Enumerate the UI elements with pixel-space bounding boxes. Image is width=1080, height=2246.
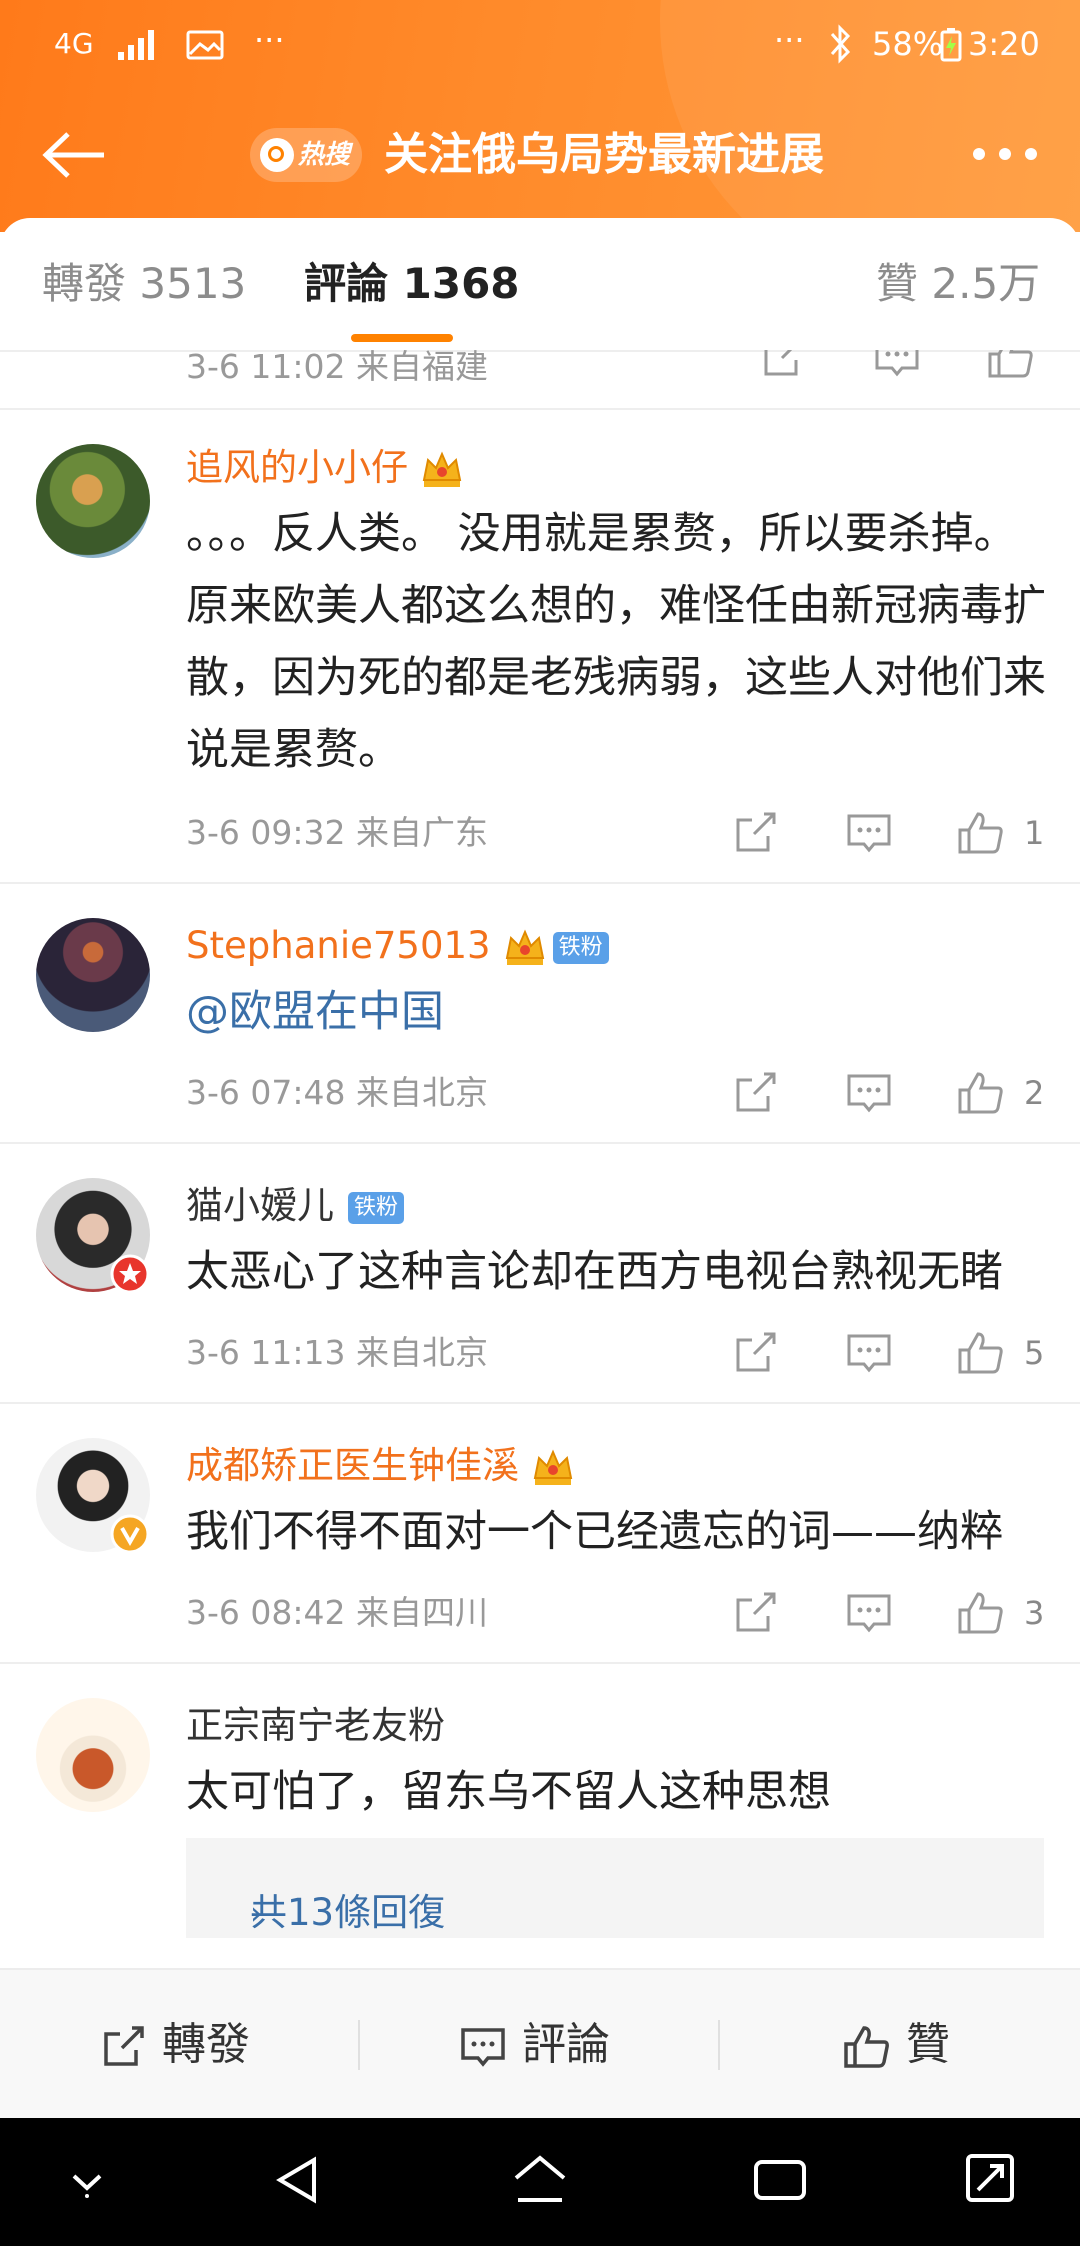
- comment-username[interactable]: 成都矫正医生钟佳溪: [186, 1440, 575, 1492]
- share-icon[interactable]: [730, 808, 780, 858]
- chevron-down-icon[interactable]: [64, 2158, 110, 2204]
- vip-crown-icon: [505, 928, 544, 965]
- comment-text: 太可怕了，留东乌不留人这种思想: [186, 1767, 831, 1817]
- like-icon[interactable]: [956, 808, 1006, 858]
- comment-text[interactable]: @欧盟在中国: [186, 976, 1046, 1048]
- tab-comments[interactable]: 評論 1368: [304, 254, 520, 314]
- tab-reposts[interactable]: 轉發 3513: [42, 254, 246, 314]
- status-bar: 4G ··· ··· 58% 3:20: [0, 21, 1080, 66]
- image-icon: [186, 30, 224, 60]
- verified-badge-icon: [110, 1514, 150, 1554]
- like-icon[interactable]: [986, 350, 1036, 382]
- comment-username[interactable]: Stephanie75013 铁粉: [186, 920, 609, 972]
- like-icon[interactable]: [956, 1068, 1006, 1118]
- comment-icon[interactable]: [844, 1328, 894, 1378]
- red-v-badge-icon: [110, 1254, 150, 1294]
- fan-badge: 铁粉: [552, 931, 609, 964]
- fan-badge: 铁粉: [348, 1191, 405, 1224]
- comment-text: 太恶心了这种言论却在西方电视台熟视无睹: [186, 1247, 1003, 1297]
- share-icon[interactable]: [730, 1588, 780, 1638]
- home-icon[interactable]: [510, 2152, 570, 2208]
- like-count: 3: [1024, 1594, 1045, 1632]
- comment-button[interactable]: 評論: [458, 2010, 610, 2080]
- system-nav-bar: [0, 2118, 1080, 2246]
- status-more: ···: [254, 21, 285, 59]
- title-bar: 热搜 关注俄乌局势最新进展: [0, 110, 1080, 200]
- comment-username[interactable]: 猫小嫒儿 铁粉: [186, 1180, 405, 1232]
- back-triangle-icon[interactable]: [270, 2152, 326, 2208]
- comment-meta: 3-6 11:02 来自福建: [186, 350, 488, 386]
- vip-crown-icon: [533, 1448, 573, 1485]
- comment-username[interactable]: 追风的小小仔: [186, 442, 464, 494]
- clock: 3:20: [968, 25, 1040, 63]
- like-icon: [844, 2026, 889, 2068]
- comment-meta: 3-6 09:32 来自广东: [186, 813, 488, 852]
- battery-percent: 58%: [872, 25, 944, 63]
- status-more-right: ···: [774, 21, 805, 59]
- share-icon[interactable]: [730, 1328, 780, 1378]
- comment-icon[interactable]: [844, 1588, 894, 1638]
- comment-text: 我们不得不面对一个已经遗忘的词——纳粹: [186, 1507, 1003, 1557]
- page-title: 关注俄乌局势最新进展: [384, 129, 824, 180]
- replies-link[interactable]: 共13條回復 ›: [186, 1838, 1044, 1938]
- bluetooth-icon: [830, 24, 851, 64]
- share-icon[interactable]: [758, 350, 808, 382]
- comment-username[interactable]: 正宗南宁老友粉: [186, 1700, 445, 1752]
- comment-meta: 3-6 07:48 来自北京: [186, 1073, 488, 1112]
- comment-meta: 3-6 08:42 来自四川: [186, 1593, 488, 1632]
- comment-icon[interactable]: [844, 1068, 894, 1118]
- signal-icon: [118, 30, 154, 60]
- expand-icon[interactable]: [962, 2150, 1018, 2206]
- repost-button[interactable]: 轉發: [98, 2010, 250, 2080]
- share-icon[interactable]: [730, 1068, 780, 1118]
- like-count: 2: [1024, 1074, 1045, 1112]
- arrow-left-icon[interactable]: [40, 130, 110, 180]
- chevron-right-icon: ›: [250, 1894, 263, 1932]
- more-dots-icon[interactable]: [970, 144, 1040, 164]
- bottom-action-bar: 轉發 評論 贊: [0, 1968, 1080, 2118]
- like-count: 1: [1024, 814, 1045, 852]
- tab-likes[interactable]: 贊 2.5万: [876, 254, 1040, 314]
- like-button[interactable]: 贊: [842, 2010, 950, 2080]
- recents-icon[interactable]: [752, 2154, 808, 2206]
- share-icon: [104, 2026, 144, 2066]
- search-icon: [260, 138, 294, 172]
- like-icon[interactable]: [956, 1588, 1006, 1638]
- comment-meta: 3-6 11:13 来自北京: [186, 1333, 488, 1372]
- comment-icon[interactable]: [844, 808, 894, 858]
- avatar[interactable]: [36, 918, 150, 1032]
- avatar[interactable]: [36, 444, 150, 558]
- avatar[interactable]: [36, 1698, 150, 1812]
- comment-icon[interactable]: [872, 350, 922, 382]
- comment-text: 。。。反人类。 没用就是累赘，所以要杀掉。 原来欧美人都这么想的，难怪任由新冠病…: [186, 509, 1046, 775]
- comment-icon: [461, 2028, 505, 2067]
- like-count: 5: [1024, 1334, 1045, 1372]
- header: 4G ··· ··· 58% 3:20 热搜 关注俄乌局势最新进展: [0, 0, 1080, 232]
- comment-list: 3-6 11:02 来自福建 追风的小小仔 。。。反人类。 没用就是累赘，所以要…: [0, 350, 1080, 1968]
- active-tab-indicator: [351, 334, 453, 342]
- like-icon[interactable]: [956, 1328, 1006, 1378]
- vip-crown-icon: [422, 450, 462, 487]
- battery-icon: [940, 28, 962, 62]
- network-type: 4G: [54, 27, 94, 60]
- tabs-bar: 轉發 3513 評論 1368 贊 2.5万: [0, 218, 1080, 350]
- hot-search-badge[interactable]: 热搜: [250, 128, 362, 182]
